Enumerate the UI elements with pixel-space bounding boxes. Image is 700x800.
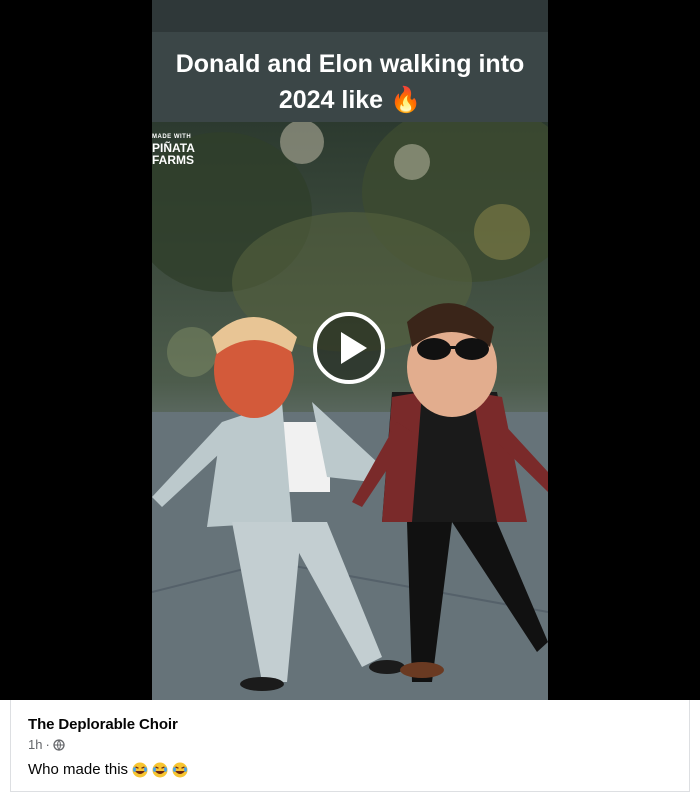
meta-separator: · xyxy=(45,737,50,752)
rolling-on-floor-laughing-icon xyxy=(132,762,148,777)
rolling-on-floor-laughing-icon xyxy=(152,762,168,777)
bokeh-light xyxy=(394,144,430,180)
caption-band-top-shade xyxy=(152,0,548,32)
post-author-name[interactable]: The Deplorable Choir xyxy=(28,716,178,733)
video-player[interactable]: Donald and Elon walking into 2024 like 🔥 xyxy=(0,0,700,700)
play-icon[interactable] xyxy=(313,312,385,384)
rolling-on-floor-laughing-icon xyxy=(172,762,188,777)
bokeh-light xyxy=(167,327,217,377)
globe-icon[interactable] xyxy=(53,738,65,751)
video-caption: Donald and Elon walking into 2024 like 🔥 xyxy=(175,50,525,114)
watermark-line3: FARMS xyxy=(152,153,194,167)
caption-band: Donald and Elon walking into 2024 like 🔥 xyxy=(152,0,548,122)
watermark-line1: MADE WITH xyxy=(152,134,192,140)
bokeh-light xyxy=(474,204,530,260)
video-scene xyxy=(152,122,548,700)
post-text: Who made this xyxy=(28,761,129,778)
post-body: Who made this xyxy=(28,761,188,778)
post-meta: 1h · xyxy=(28,737,65,752)
bokeh-light xyxy=(280,122,324,164)
watermark-badge: MADE WITH PIÑATA FARMS xyxy=(152,134,195,167)
post-card: The Deplorable Choir 1h · Who made this xyxy=(10,700,690,792)
post-timestamp[interactable]: 1h xyxy=(28,737,42,752)
